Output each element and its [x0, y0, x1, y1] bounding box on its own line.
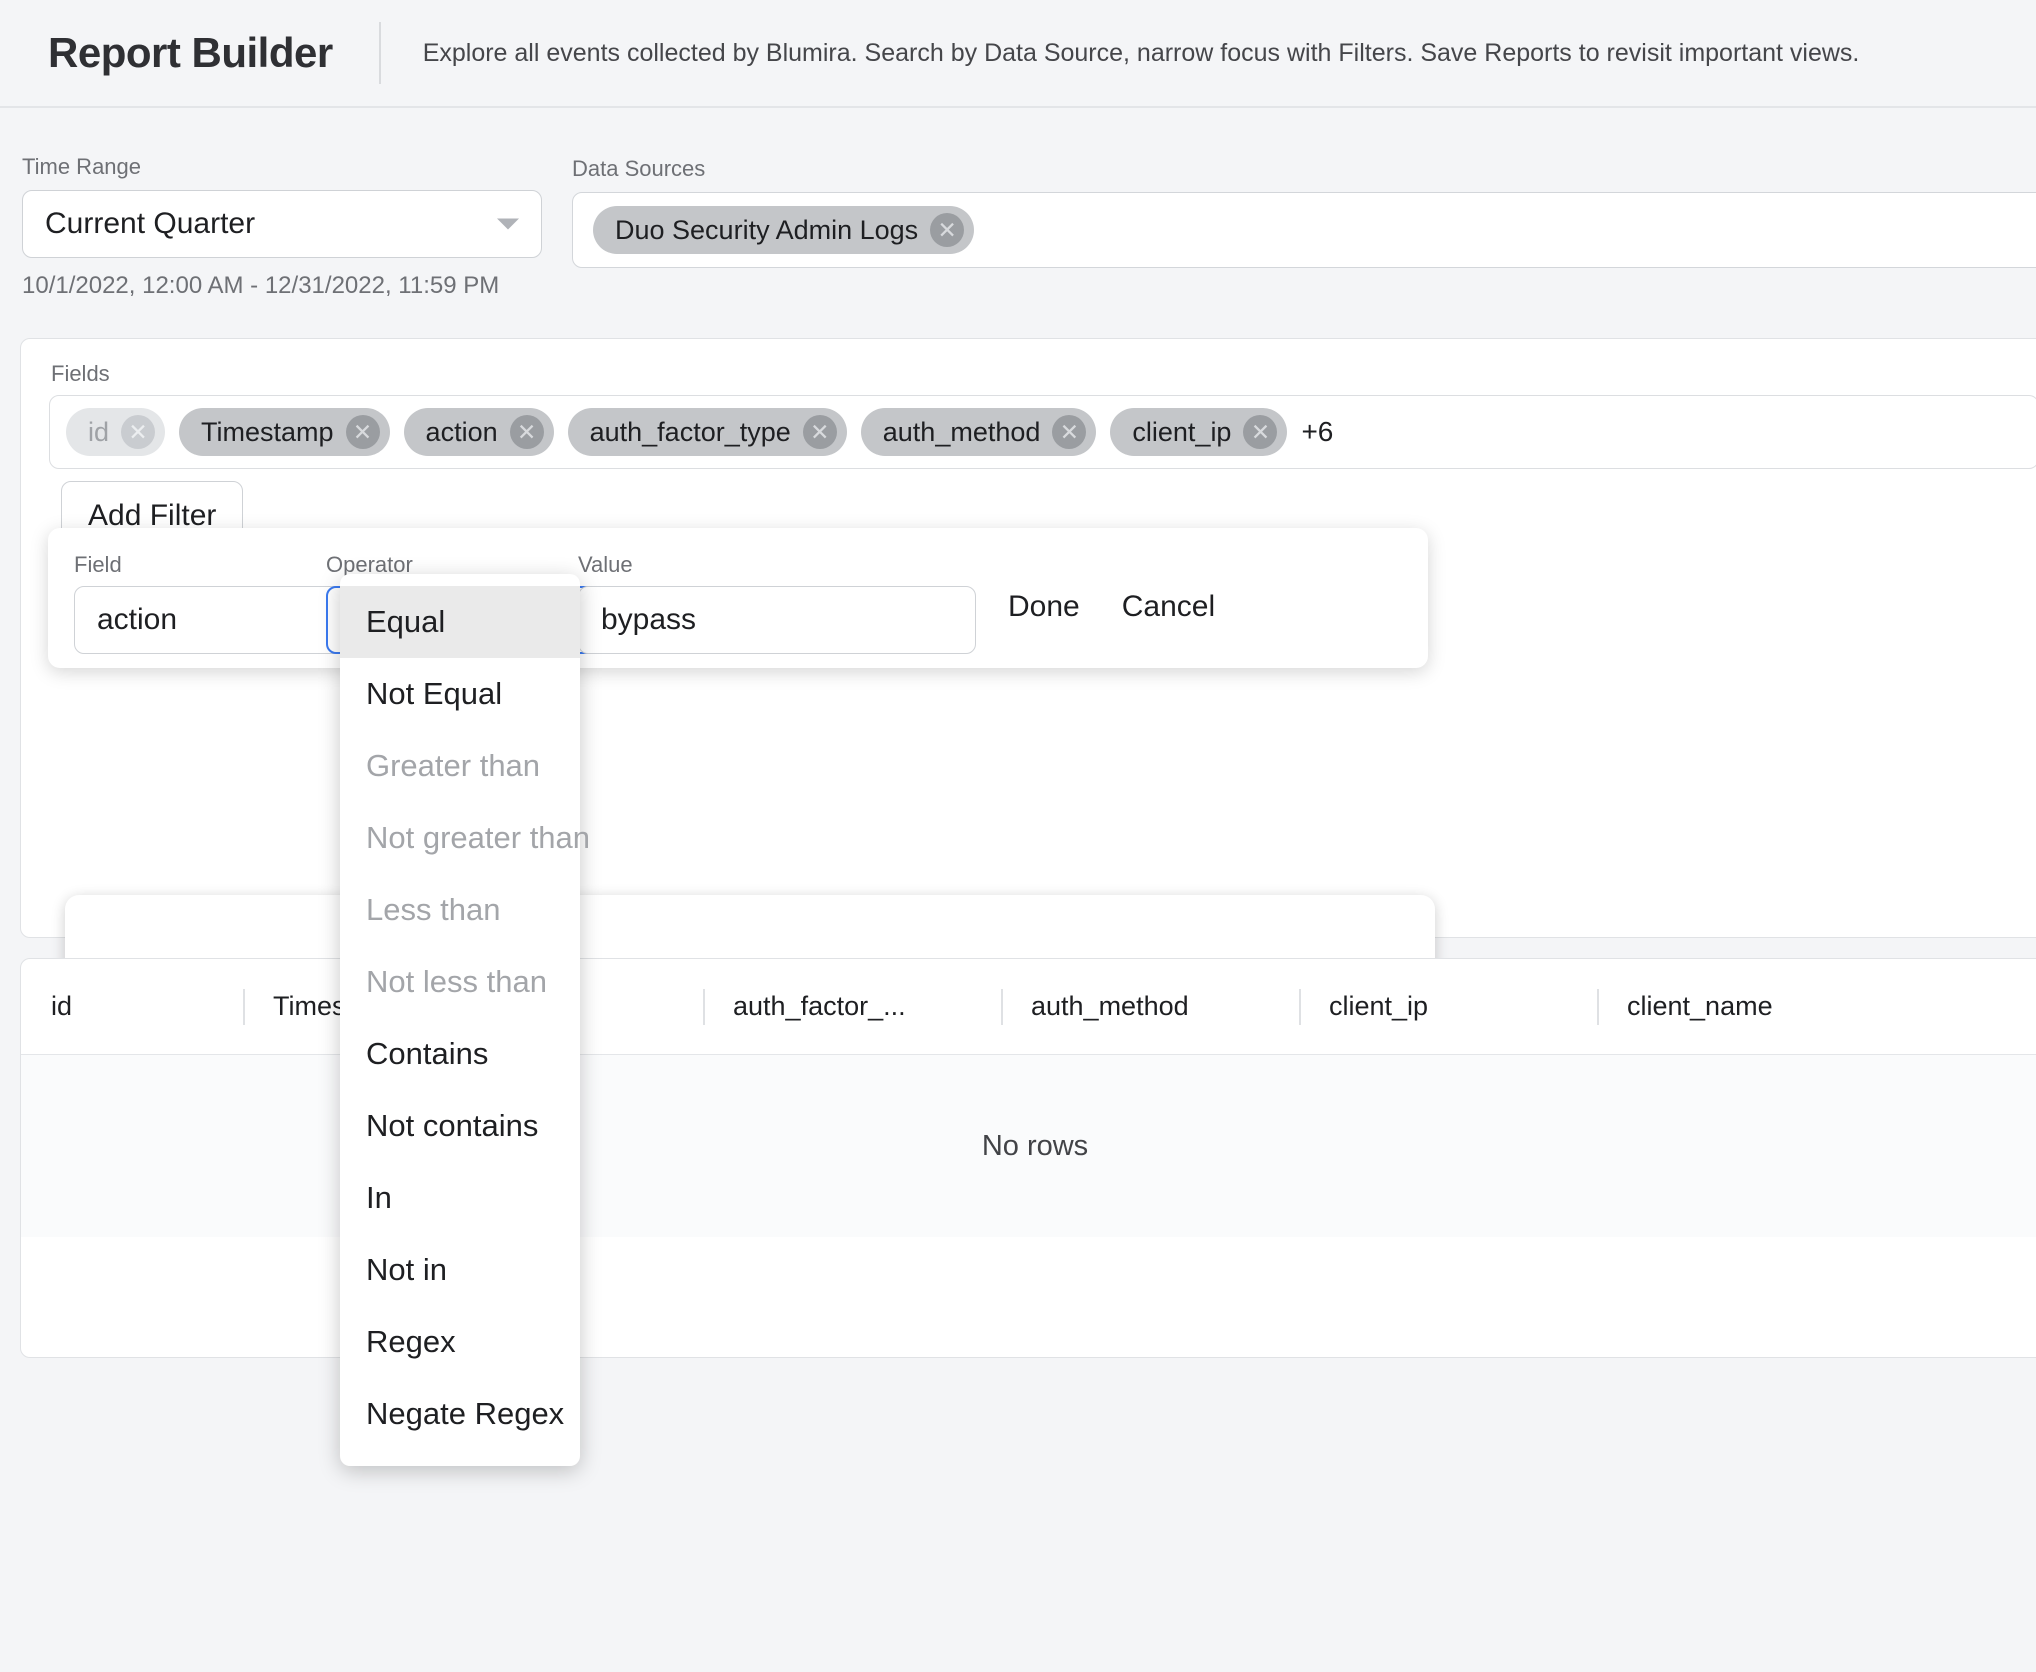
field-chip-label: client_ip — [1132, 417, 1231, 448]
filter-value-label: Value — [578, 552, 976, 578]
operator-option-not-contains[interactable]: Not contains — [340, 1090, 580, 1162]
field-chip-label: auth_method — [883, 417, 1041, 448]
column-header-auth-method[interactable]: auth_method — [1001, 959, 1299, 1054]
close-circle-icon[interactable]: ✕ — [510, 415, 544, 449]
field-chip-label: Timestamp — [201, 417, 334, 448]
page-header: Report Builder Explore all events collec… — [0, 0, 2036, 108]
field-chip-id[interactable]: id ✕ — [66, 408, 165, 456]
table-body: No rows — [21, 1055, 2036, 1237]
filter-editor-popover: Field action Operator Equal Value bypass — [48, 528, 1428, 668]
table-header-row: id Timestamp auth_factor_... auth_method… — [21, 959, 2036, 1055]
time-range-label: Time Range — [22, 154, 542, 180]
header-divider — [379, 22, 381, 84]
fields-overflow-count[interactable]: +6 — [1301, 416, 1333, 448]
data-sources-label: Data Sources — [572, 156, 2036, 182]
results-table: id Timestamp auth_factor_... auth_method… — [20, 958, 2036, 1358]
field-chip-label: action — [426, 417, 498, 448]
close-circle-icon[interactable]: ✕ — [121, 415, 155, 449]
operator-option-in[interactable]: In — [340, 1162, 580, 1234]
top-controls-row: Time Range Current Quarter 10/1/2022, 12… — [0, 110, 2036, 326]
operator-option-less-than: Less than — [340, 874, 580, 946]
field-chip-label: auth_factor_type — [590, 417, 791, 448]
data-source-chip-label: Duo Security Admin Logs — [615, 215, 918, 246]
done-button[interactable]: Done — [1008, 590, 1080, 624]
operator-option-contains[interactable]: Contains — [340, 1018, 580, 1090]
field-chip-auth-method[interactable]: auth_method ✕ — [861, 408, 1097, 456]
operator-option-not-less-than: Not less than — [340, 946, 580, 1018]
chevron-down-icon — [497, 219, 519, 230]
filter-value-group: Value bypass — [578, 552, 976, 654]
column-header-auth-factor-type[interactable]: auth_factor_... — [703, 959, 1001, 1054]
time-range-dates: 10/1/2022, 12:00 AM - 12/31/2022, 11:59 … — [22, 272, 542, 300]
data-sources-input[interactable]: Duo Security Admin Logs ✕ — [572, 192, 2036, 268]
close-circle-icon[interactable]: ✕ — [803, 415, 837, 449]
operator-dropdown-menu[interactable]: Equal Not Equal Greater than Not greater… — [340, 574, 580, 1466]
filter-editor-actions: Done Cancel — [1008, 590, 1215, 624]
field-chip-client-ip[interactable]: client_ip ✕ — [1110, 408, 1287, 456]
close-circle-icon[interactable]: ✕ — [346, 415, 380, 449]
time-range-group: Time Range Current Quarter 10/1/2022, 12… — [22, 154, 542, 300]
field-chip-auth-factor-type[interactable]: auth_factor_type ✕ — [568, 408, 847, 456]
column-header-id[interactable]: id — [21, 959, 243, 1054]
time-range-select[interactable]: Current Quarter — [22, 190, 542, 258]
field-chip-label: id — [88, 417, 109, 448]
operator-option-equal[interactable]: Equal — [340, 586, 580, 658]
column-header-client-ip[interactable]: client_ip — [1299, 959, 1597, 1054]
operator-option-negate-regex[interactable]: Negate Regex — [340, 1378, 580, 1450]
cancel-button[interactable]: Cancel — [1122, 590, 1215, 624]
filter-field-value: action — [97, 603, 177, 637]
data-sources-group: Data Sources Duo Security Admin Logs ✕ — [572, 156, 2036, 268]
page-subtitle: Explore all events collected by Blumira.… — [423, 39, 1860, 68]
field-chip-action[interactable]: action ✕ — [404, 408, 554, 456]
data-source-chip[interactable]: Duo Security Admin Logs ✕ — [593, 206, 974, 254]
field-chip-timestamp[interactable]: Timestamp ✕ — [179, 408, 390, 456]
column-header-client-name[interactable]: client_name — [1597, 959, 2017, 1054]
close-circle-icon[interactable]: ✕ — [1243, 415, 1277, 449]
operator-option-not-greater-than: Not greater than — [340, 802, 580, 874]
operator-option-not-in[interactable]: Not in — [340, 1234, 580, 1306]
fields-label: Fields — [51, 361, 110, 387]
close-circle-icon[interactable]: ✕ — [930, 213, 964, 247]
filter-value-input[interactable]: bypass — [578, 586, 976, 654]
empty-state-text: No rows — [982, 1130, 1088, 1163]
page-title: Report Builder — [48, 29, 333, 77]
report-builder-page: Report Builder Explore all events collec… — [0, 0, 2036, 1672]
fields-input[interactable]: id ✕ Timestamp ✕ action ✕ auth_factor_ty… — [49, 395, 2036, 469]
operator-option-greater-than: Greater than — [340, 730, 580, 802]
close-circle-icon[interactable]: ✕ — [1052, 415, 1086, 449]
operator-option-regex[interactable]: Regex — [340, 1306, 580, 1378]
operator-option-not-equal[interactable]: Not Equal — [340, 658, 580, 730]
time-range-value: Current Quarter — [45, 207, 255, 241]
filter-value-text: bypass — [601, 603, 696, 637]
